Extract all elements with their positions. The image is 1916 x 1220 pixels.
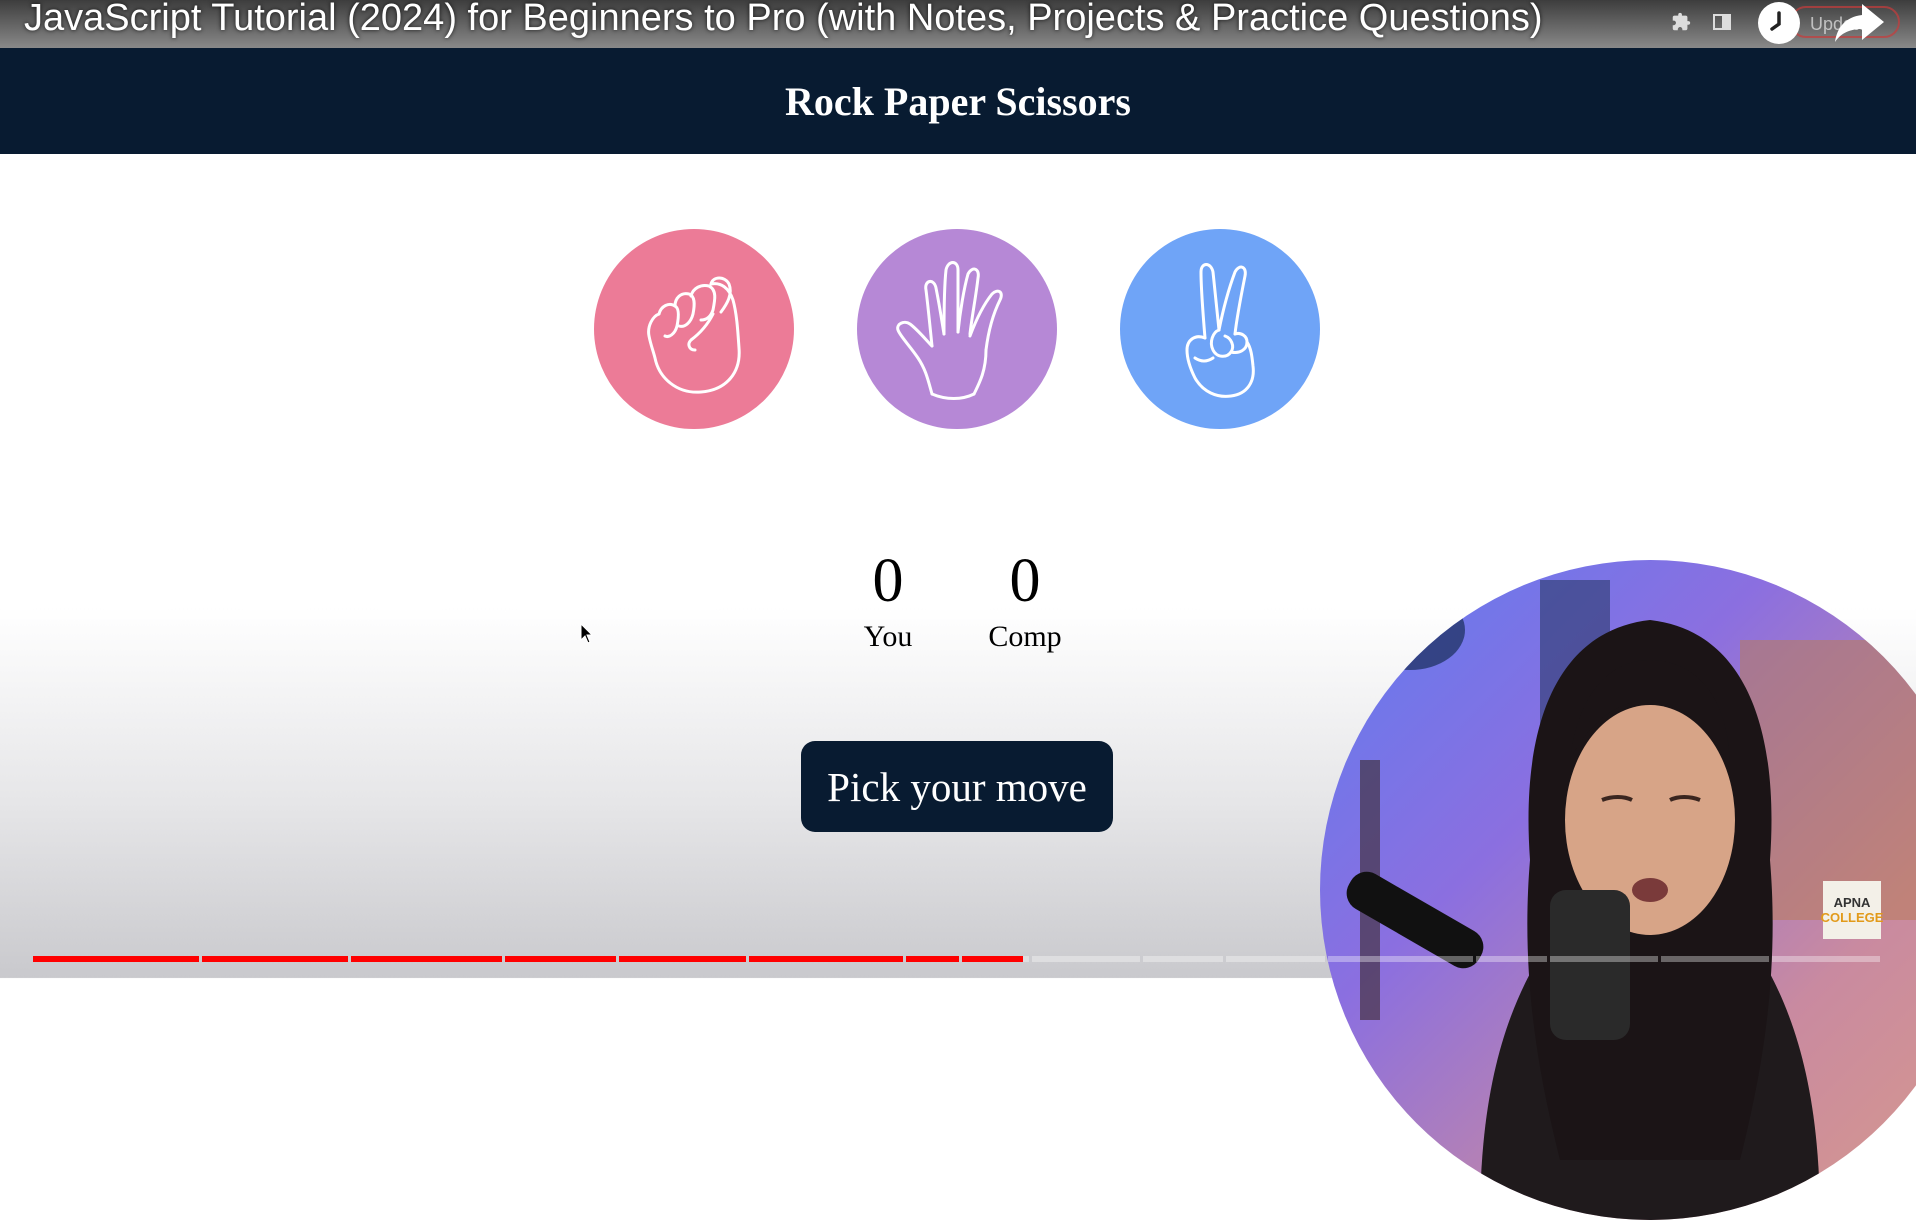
progress-chapter-segment[interactable] <box>1328 956 1473 962</box>
progress-chapter-segment[interactable] <box>1772 956 1880 962</box>
comp-score-label: Comp <box>988 620 1062 653</box>
badge-line-1: APNA <box>1833 895 1871 910</box>
fist-icon <box>647 276 741 394</box>
progress-played-fill <box>202 956 349 962</box>
open-hand-icon <box>896 261 1003 400</box>
progress-chapter-segment[interactable] <box>1143 956 1224 962</box>
video-overlay-bar: JavaScript Tutorial (2024) for Beginners… <box>0 0 1916 48</box>
progress-played-fill <box>619 956 746 962</box>
progress-chapter-segment[interactable] <box>1032 956 1140 962</box>
user-score: 0 <box>872 547 904 615</box>
choice-rock[interactable] <box>594 229 794 429</box>
progress-chapter-segment[interactable] <box>1226 956 1325 962</box>
choice-scissors[interactable] <box>1120 229 1320 429</box>
video-progress-bar[interactable] <box>33 956 1883 962</box>
progress-played-fill <box>33 956 200 962</box>
video-title[interactable]: JavaScript Tutorial (2024) for Beginners… <box>24 0 1543 42</box>
progress-chapter-segment[interactable] <box>1661 956 1769 962</box>
progress-chapter-segment[interactable] <box>1550 956 1658 962</box>
progress-played-fill <box>351 956 502 962</box>
message-box: Pick your move <box>801 741 1113 832</box>
progress-played-fill <box>748 956 904 962</box>
comp-score: 0 <box>1009 547 1041 615</box>
sidebar-icon[interactable] <box>1706 6 1738 38</box>
choice-paper[interactable] <box>857 229 1057 429</box>
peace-hand-icon <box>1185 263 1255 398</box>
mouse-cursor-icon <box>580 623 594 644</box>
clock-icon[interactable] <box>1758 2 1800 44</box>
brand-badge: APNA COLLEGE <box>1820 881 1884 939</box>
app-header: Rock Paper Scissors <box>0 48 1916 154</box>
badge-line-2: COLLEGE <box>1820 910 1884 925</box>
share-icon[interactable] <box>1832 0 1888 44</box>
progress-played-fill <box>961 956 1023 962</box>
user-score-label: You <box>863 620 913 653</box>
progress-played-fill <box>906 956 959 962</box>
progress-chapter-segment[interactable] <box>1476 956 1547 962</box>
extensions-icon[interactable] <box>1665 6 1697 38</box>
app-title: Rock Paper Scissors <box>785 78 1131 124</box>
comp-score-block: 0 Comp <box>975 545 1075 657</box>
user-score-block: 0 You <box>843 545 933 657</box>
progress-played-fill <box>504 956 617 962</box>
